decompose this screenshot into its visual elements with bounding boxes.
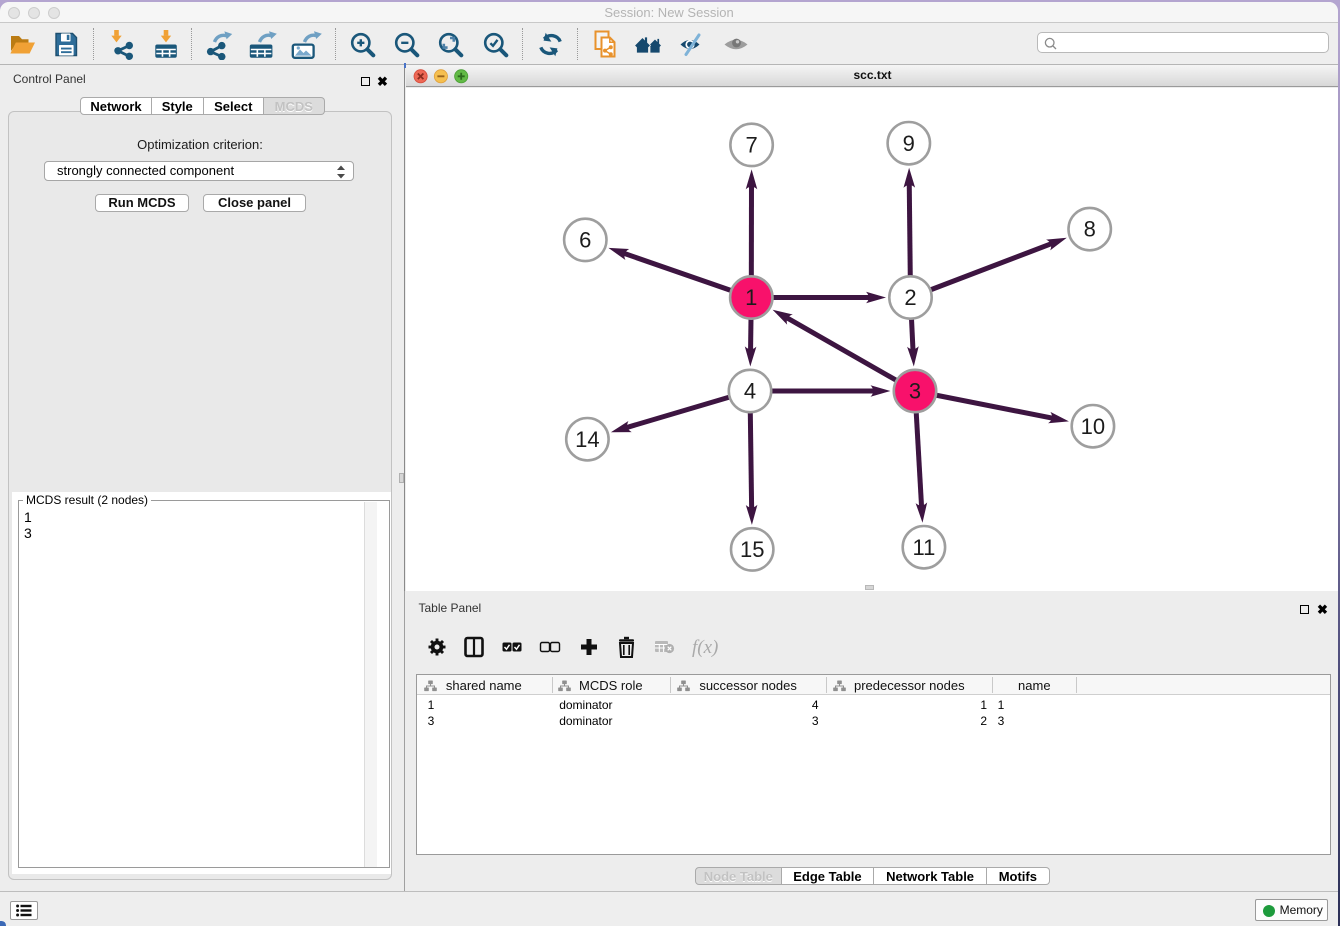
svg-text:6: 6	[579, 228, 591, 253]
svg-text:10: 10	[1081, 414, 1105, 439]
svg-text:3: 3	[909, 379, 921, 404]
svg-text:1: 1	[745, 285, 757, 310]
svg-text:9: 9	[903, 131, 915, 156]
svg-text:4: 4	[744, 379, 756, 404]
svg-text:7: 7	[745, 133, 757, 158]
svg-text:11: 11	[912, 535, 935, 560]
svg-text:14: 14	[575, 427, 599, 452]
svg-text:15: 15	[740, 537, 764, 562]
svg-text:8: 8	[1084, 217, 1096, 242]
svg-text:2: 2	[904, 285, 916, 310]
